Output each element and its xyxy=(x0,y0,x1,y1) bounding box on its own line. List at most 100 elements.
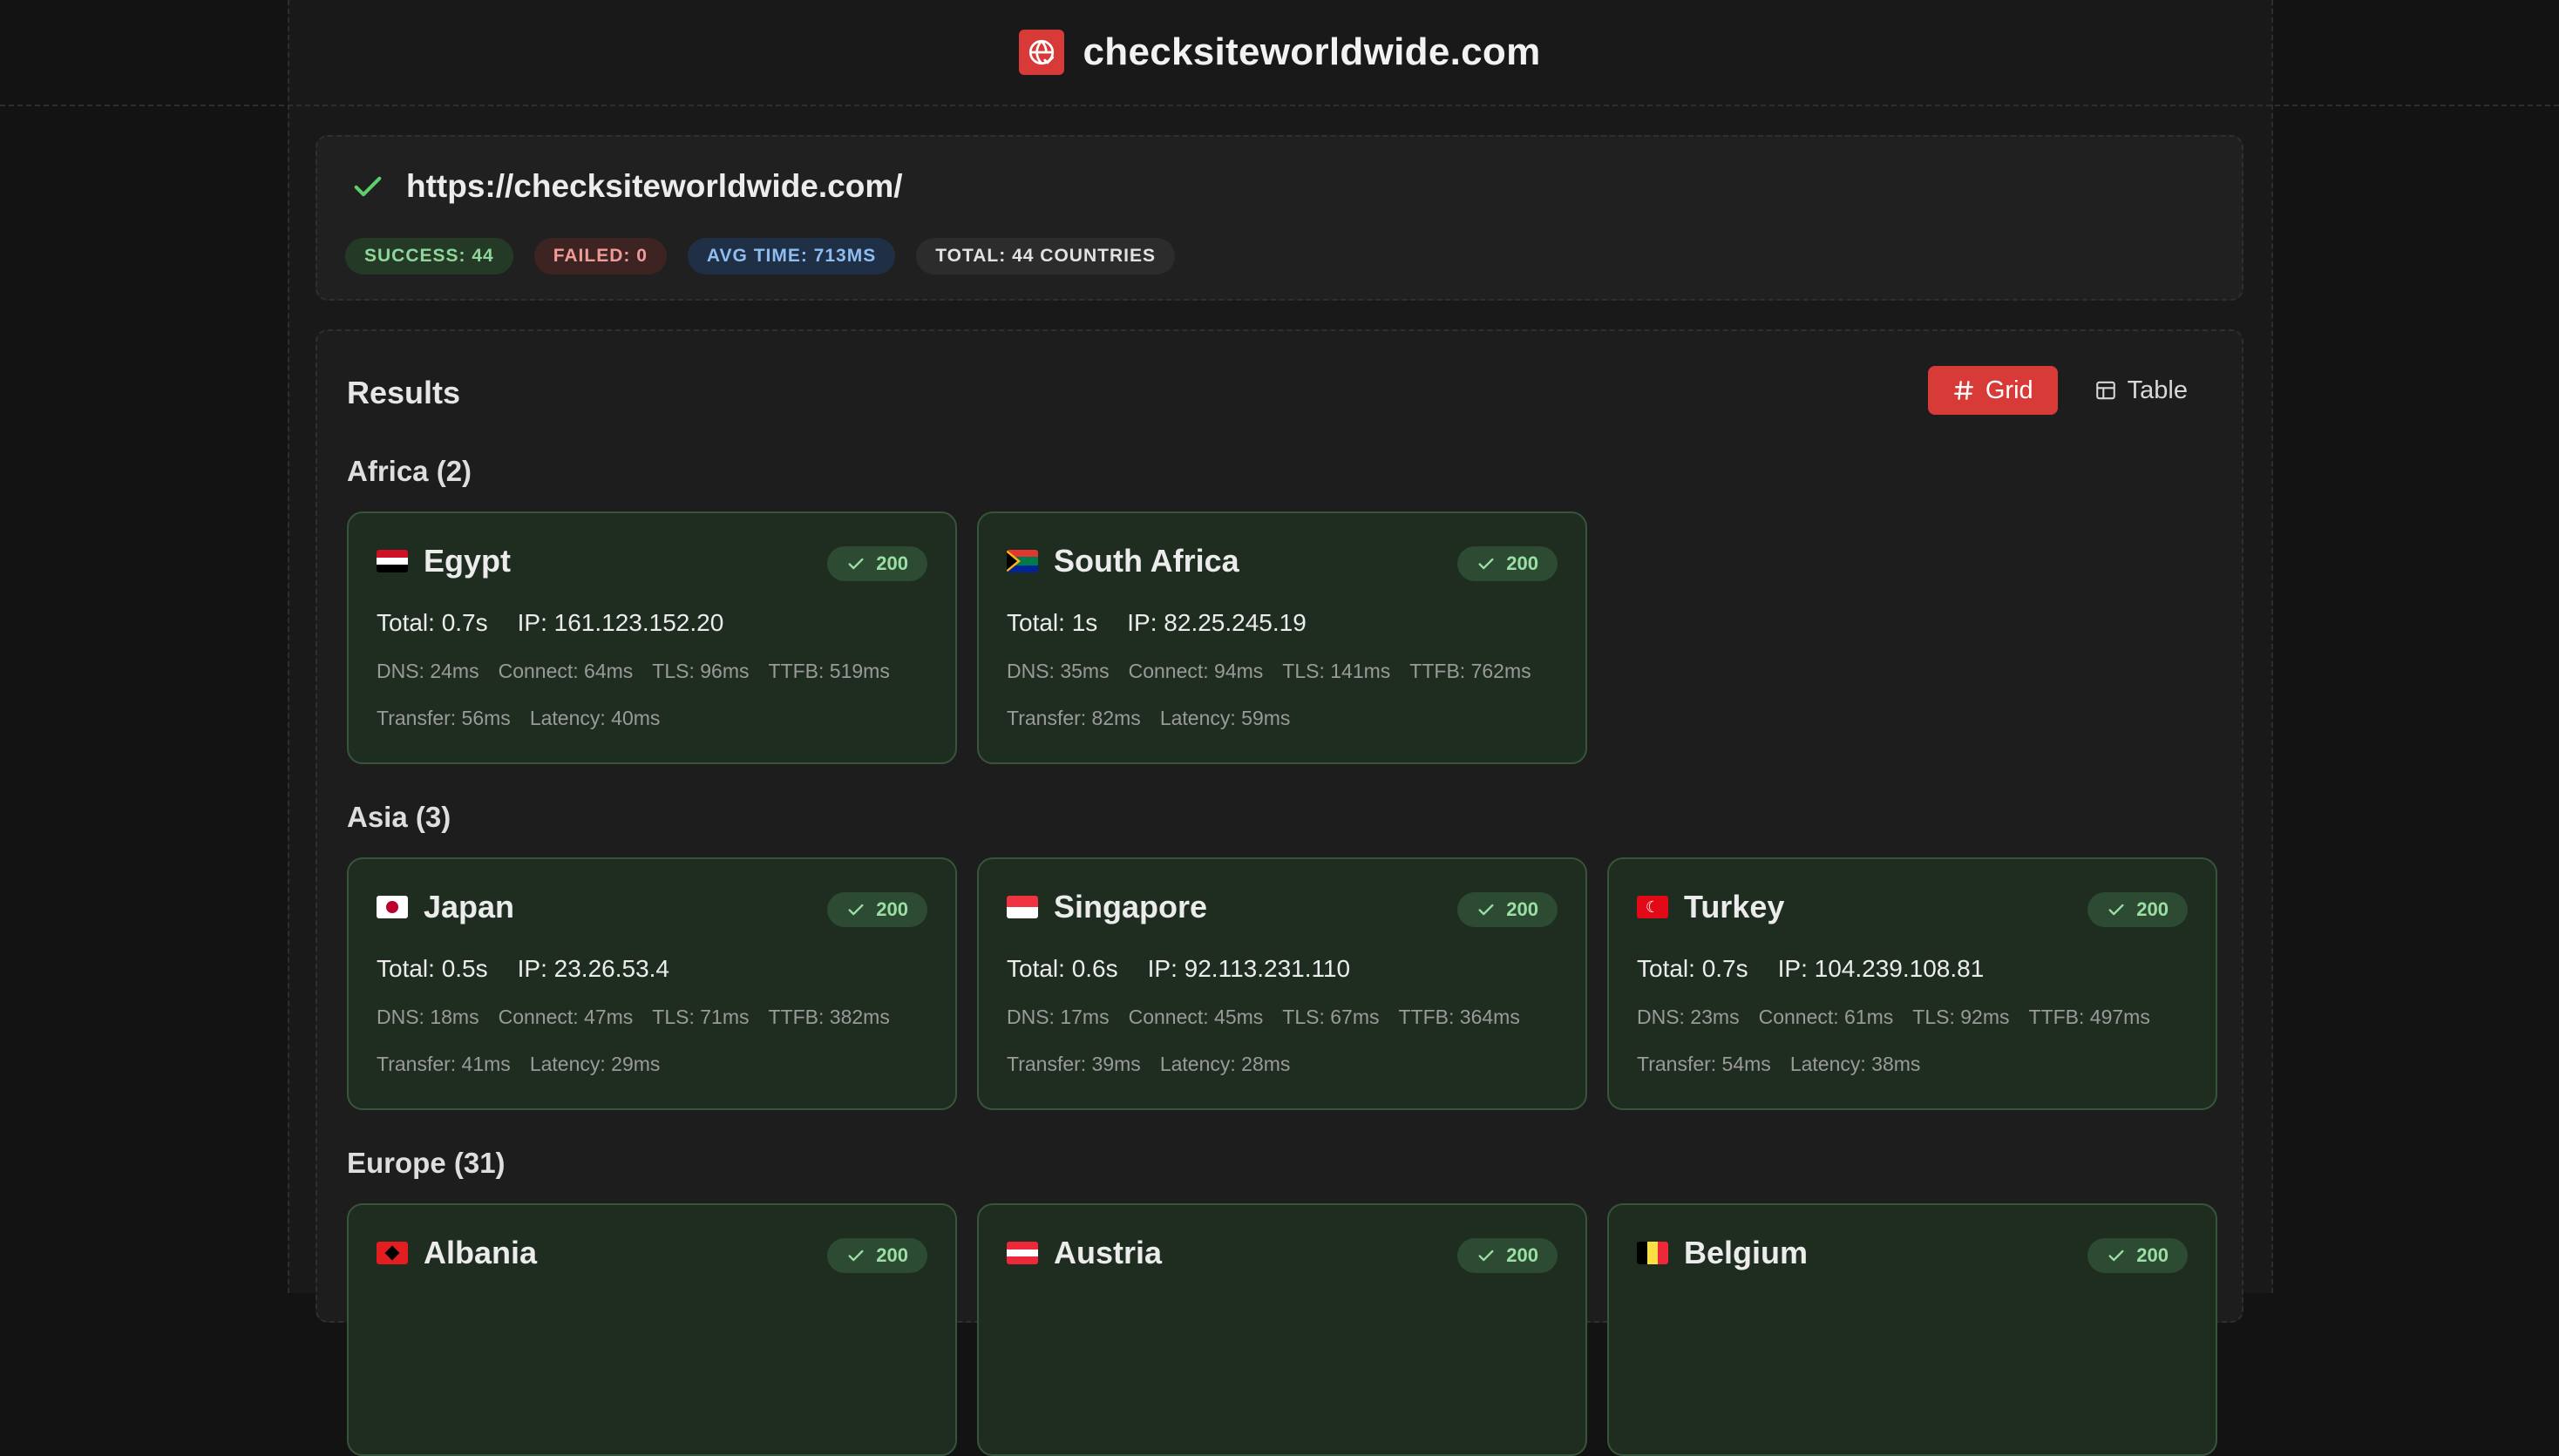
dns-time: DNS: 17ms xyxy=(1007,1006,1110,1029)
country-card-belgium[interactable]: Belgium 200 xyxy=(1607,1203,2217,1456)
checked-url: https://checksiteworldwide.com/ xyxy=(406,168,903,205)
card-header: Egypt xyxy=(377,543,511,579)
ip-address: IP: 92.113.231.110 xyxy=(1148,955,1351,983)
timing-metrics: DNS: 18ms Connect: 47ms TLS: 71ms TTFB: … xyxy=(377,1006,890,1029)
table-view-label: Table xyxy=(2128,376,2188,405)
country-name: Belgium xyxy=(1684,1235,1808,1271)
status-badge: 200 xyxy=(2087,1238,2188,1273)
country-card-albania[interactable]: Albania 200 xyxy=(347,1203,957,1456)
ip-address: IP: 23.26.53.4 xyxy=(518,955,669,983)
belgium-flag-icon xyxy=(1637,1242,1668,1264)
country-name: Egypt xyxy=(424,543,511,579)
status-code: 200 xyxy=(2136,898,2169,921)
card-header: Japan xyxy=(377,889,514,925)
check-icon xyxy=(846,554,865,573)
japan-flag-icon xyxy=(377,896,408,918)
card-header: Austria xyxy=(1007,1235,1162,1271)
check-icon xyxy=(1476,554,1496,573)
status-badge: 200 xyxy=(827,546,927,581)
frame-guide-right xyxy=(2271,0,2273,1293)
grid-view-button[interactable]: Grid xyxy=(1928,366,2058,415)
austria-flag-icon xyxy=(1007,1242,1038,1264)
latency-time: Latency: 29ms xyxy=(530,1053,661,1076)
country-card-egypt[interactable]: Egypt 200 Total: 0.7s IP: 161.123.152.20… xyxy=(347,511,957,764)
ttfb-time: TTFB: 364ms xyxy=(1399,1006,1520,1029)
tls-time: TLS: 67ms xyxy=(1282,1006,1379,1029)
singapore-flag-icon xyxy=(1007,896,1038,918)
table-view-button[interactable]: Table xyxy=(2070,366,2212,415)
table-icon xyxy=(2094,379,2117,402)
transfer-metrics: Transfer: 56ms Latency: 40ms xyxy=(377,707,660,730)
metrics-main: Total: 1s IP: 82.25.245.19 xyxy=(1007,609,1307,637)
status-badge: 200 xyxy=(827,892,927,927)
header-divider xyxy=(0,105,2559,106)
connect-time: Connect: 47ms xyxy=(499,1006,634,1029)
metrics-main: Total: 0.5s IP: 23.26.53.4 xyxy=(377,955,669,983)
ttfb-time: TTFB: 519ms xyxy=(769,660,890,683)
ip-address: IP: 104.239.108.81 xyxy=(1778,955,1985,983)
tls-time: TLS: 92ms xyxy=(1912,1006,2009,1029)
globe-check-icon[interactable] xyxy=(1019,30,1064,75)
total-time: Total: 0.7s xyxy=(1637,955,1748,983)
transfer-metrics: Transfer: 54ms Latency: 38ms xyxy=(1637,1053,1920,1076)
hash-icon xyxy=(1952,379,1975,402)
status-code: 200 xyxy=(876,552,908,575)
transfer-time: Transfer: 41ms xyxy=(377,1053,511,1076)
egypt-flag-icon xyxy=(377,550,408,572)
transfer-time: Transfer: 56ms xyxy=(377,707,511,730)
status-code: 200 xyxy=(1506,1244,1538,1267)
status-code: 200 xyxy=(2136,1244,2169,1267)
ttfb-time: TTFB: 382ms xyxy=(769,1006,890,1029)
site-title[interactable]: checksiteworldwide.com xyxy=(1083,30,1541,74)
dns-time: DNS: 23ms xyxy=(1637,1006,1740,1029)
ip-address: IP: 161.123.152.20 xyxy=(518,609,724,637)
check-icon xyxy=(2107,1246,2126,1265)
status-badge: 200 xyxy=(827,1238,927,1273)
check-icon xyxy=(350,169,385,204)
albania-flag-icon xyxy=(377,1242,408,1264)
region-title-europe: Europe (31) xyxy=(347,1147,506,1180)
status-badge: 200 xyxy=(1457,1238,1558,1273)
card-header: ☾ Turkey xyxy=(1637,889,1784,925)
timing-metrics: DNS: 24ms Connect: 64ms TLS: 96ms TTFB: … xyxy=(377,660,890,683)
transfer-metrics: Transfer: 41ms Latency: 29ms xyxy=(377,1053,660,1076)
card-header: Singapore xyxy=(1007,889,1207,925)
metrics-main: Total: 0.6s IP: 92.113.231.110 xyxy=(1007,955,1350,983)
grid-view-label: Grid xyxy=(1985,376,2033,405)
status-badge: 200 xyxy=(2087,892,2188,927)
country-card-singapore[interactable]: Singapore 200 Total: 0.6s IP: 92.113.231… xyxy=(977,857,1587,1110)
country-card-austria[interactable]: Austria 200 xyxy=(977,1203,1587,1456)
card-header: Belgium xyxy=(1637,1235,1808,1271)
latency-time: Latency: 38ms xyxy=(1790,1053,1921,1076)
success-badge: SUCCESS: 44 xyxy=(345,238,513,274)
summary-panel: https://checksiteworldwide.com/ SUCCESS:… xyxy=(316,135,2243,301)
results-panel: Results Grid Table Africa (2) Egypt 200 xyxy=(316,329,2243,1323)
check-icon xyxy=(1476,900,1496,919)
timing-metrics: DNS: 23ms Connect: 61ms TLS: 92ms TTFB: … xyxy=(1637,1006,2150,1029)
country-name: Austria xyxy=(1054,1235,1162,1271)
status-badge: 200 xyxy=(1457,892,1558,927)
ttfb-time: TTFB: 497ms xyxy=(2029,1006,2150,1029)
country-card-turkey[interactable]: ☾ Turkey 200 Total: 0.7s IP: 104.239.108… xyxy=(1607,857,2217,1110)
latency-time: Latency: 28ms xyxy=(1160,1053,1291,1076)
transfer-time: Transfer: 82ms xyxy=(1007,707,1141,730)
site-header: checksiteworldwide.com xyxy=(0,0,2559,105)
transfer-time: Transfer: 39ms xyxy=(1007,1053,1141,1076)
tls-time: TLS: 96ms xyxy=(652,660,749,683)
failed-badge: FAILED: 0 xyxy=(534,238,667,274)
country-card-japan[interactable]: Japan 200 Total: 0.5s IP: 23.26.53.4 DNS… xyxy=(347,857,957,1110)
transfer-metrics: Transfer: 39ms Latency: 28ms xyxy=(1007,1053,1290,1076)
timing-metrics: DNS: 35ms Connect: 94ms TLS: 141ms TTFB:… xyxy=(1007,660,1531,683)
total-time: Total: 1s xyxy=(1007,609,1097,637)
region-title-asia: Asia (3) xyxy=(347,801,451,834)
country-name: Singapore xyxy=(1054,889,1207,925)
region-title-africa: Africa (2) xyxy=(347,455,472,488)
metrics-main: Total: 0.7s IP: 104.239.108.81 xyxy=(1637,955,1984,983)
status-code: 200 xyxy=(876,898,908,921)
status-code: 200 xyxy=(876,1244,908,1267)
check-icon xyxy=(846,900,865,919)
country-card-south-africa[interactable]: South Africa 200 Total: 1s IP: 82.25.245… xyxy=(977,511,1587,764)
metrics-main: Total: 0.7s IP: 161.123.152.20 xyxy=(377,609,723,637)
summary-badges: SUCCESS: 44 FAILED: 0 AVG TIME: 713MS TO… xyxy=(345,238,1175,274)
connect-time: Connect: 94ms xyxy=(1129,660,1264,683)
